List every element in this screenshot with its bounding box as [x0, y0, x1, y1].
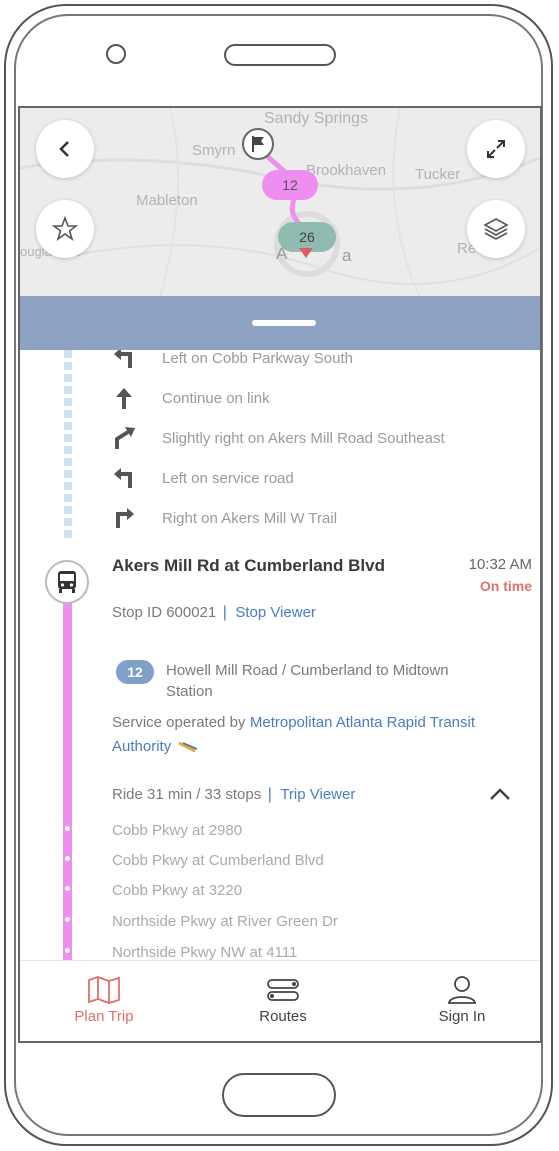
- route-name: Howell Mill Road / Cumberland to Midtown: [166, 662, 449, 679]
- map-view[interactable]: Sandy Springs Smyrn Brookhaven Tucker Ma…: [20, 108, 540, 298]
- intermediate-stop[interactable]: Cobb Pkwy at 3220: [112, 882, 242, 899]
- stop-dot: [65, 948, 70, 953]
- map-label: Mableton: [136, 192, 198, 209]
- speaker-grille: [224, 44, 336, 66]
- bus-icon: [45, 560, 89, 604]
- stop-dot: [65, 856, 70, 861]
- walk-leg-line: [64, 350, 72, 542]
- nav-label: Plan Trip: [74, 1008, 134, 1025]
- transit-leg-line: [63, 590, 72, 962]
- operator-row: Service operated by Metropolitan Atlanta…: [112, 714, 475, 732]
- chevron-left-icon: [59, 141, 69, 157]
- route-number-badge[interactable]: 12: [116, 660, 154, 684]
- operator-link-cont[interactable]: Authority: [112, 738, 171, 755]
- map-label: Sandy Springs: [264, 110, 369, 127]
- map-label: a: [342, 246, 352, 265]
- routes-icon: [267, 979, 299, 1001]
- route-badge-12[interactable]: 12: [262, 170, 318, 200]
- intermediate-stop[interactable]: Northside Pkwy at River Green Dr: [112, 913, 338, 930]
- stop-id-row: Stop ID 600021 | Stop Viewer: [112, 604, 316, 622]
- star-icon: [52, 216, 78, 242]
- stop-dot: [65, 826, 70, 831]
- map-icon: [88, 976, 120, 1004]
- nav-plan-trip[interactable]: Plan Trip: [34, 961, 174, 1041]
- arrow-up-icon: [112, 386, 136, 410]
- layers-icon: [483, 218, 509, 240]
- stop-dot: [65, 917, 70, 922]
- app-screen: Sandy Springs Smyrn Brookhaven Tucker Ma…: [18, 106, 542, 1043]
- turn-left-icon: [112, 350, 136, 370]
- destination-pin-icon: [299, 248, 313, 258]
- map-canvas: [20, 108, 540, 298]
- direction-step[interactable]: Left on Cobb Parkway South: [112, 350, 353, 378]
- operator-row-cont: Authority: [112, 738, 199, 755]
- nav-label: Routes: [259, 1008, 307, 1025]
- on-time-status: On time: [479, 578, 532, 594]
- stop-id: Stop ID 600021: [112, 604, 217, 621]
- nav-sign-in[interactable]: Sign In: [392, 961, 532, 1041]
- direction-step[interactable]: Left on service road: [112, 458, 294, 498]
- map-label: Tucker: [415, 166, 461, 183]
- flag-icon[interactable]: [242, 128, 274, 160]
- map-label: Smyrn: [192, 142, 236, 159]
- camera-icon: [106, 44, 126, 64]
- nav-routes[interactable]: Routes: [213, 961, 353, 1041]
- direction-step[interactable]: Right on Akers Mill W Trail: [112, 498, 337, 538]
- expand-button[interactable]: [467, 120, 525, 178]
- marta-logo-icon: [178, 741, 198, 752]
- expand-icon: [487, 140, 505, 158]
- route-name-cont: Station: [166, 683, 213, 700]
- bottom-nav: Plan Trip Routes Sign In: [20, 960, 540, 1041]
- nav-label: Sign In: [438, 1008, 486, 1025]
- operator-link[interactable]: Metropolitan Atlanta Rapid Transit: [250, 714, 475, 731]
- intermediate-stop[interactable]: Northside Pkwy NW at 4111: [112, 944, 297, 961]
- slight-right-icon: [112, 426, 136, 450]
- sheet-header[interactable]: [20, 296, 540, 350]
- stop-dot: [65, 886, 70, 891]
- intermediate-stop[interactable]: Cobb Pkwy at 2980: [112, 822, 242, 839]
- itinerary-panel[interactable]: Left on Cobb Parkway South Continue on l…: [20, 350, 540, 962]
- intermediate-stop[interactable]: Cobb Pkwy at Cumberland Blvd: [112, 852, 324, 869]
- operated-by: Service operated by: [112, 714, 246, 731]
- back-button[interactable]: [36, 120, 94, 178]
- ride-info-row: Ride 31 min / 33 stops | Trip Viewer: [112, 786, 355, 804]
- layers-button[interactable]: [467, 200, 525, 258]
- home-button[interactable]: [222, 1073, 336, 1117]
- separator: |: [267, 786, 272, 803]
- turn-right-icon: [112, 506, 136, 530]
- direction-step[interactable]: Continue on link: [112, 378, 270, 418]
- ride-info: Ride 31 min / 33 stops: [112, 786, 262, 803]
- stop-viewer-link[interactable]: Stop Viewer: [235, 604, 316, 621]
- turn-left-icon: [112, 466, 136, 490]
- user-icon: [447, 976, 477, 1004]
- drag-handle[interactable]: [252, 320, 316, 326]
- direction-step[interactable]: Slightly right on Akers Mill Road Southe…: [112, 418, 445, 458]
- chevron-up-icon[interactable]: [488, 784, 512, 804]
- map-label: Brookhaven: [306, 162, 387, 179]
- stop-time: 10:32 AM: [468, 556, 532, 573]
- trip-viewer-link[interactable]: Trip Viewer: [280, 786, 355, 803]
- separator: |: [222, 604, 227, 621]
- stop-name: Akers Mill Rd at Cumberland Blvd: [112, 556, 385, 575]
- favorite-button[interactable]: [36, 200, 94, 258]
